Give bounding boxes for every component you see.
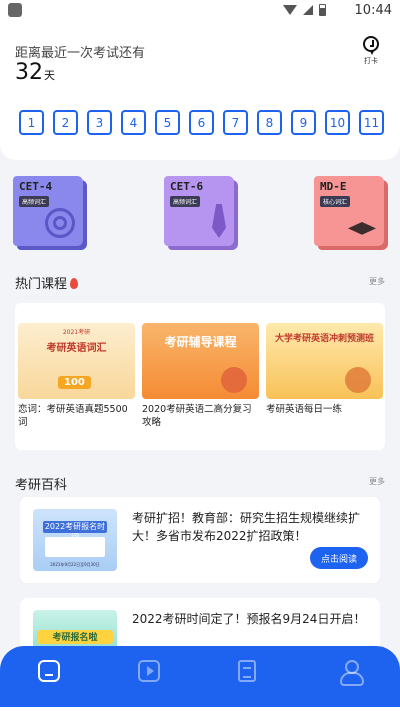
runner-illustration [221, 367, 247, 393]
hot-courses-title: 热门课程 [15, 277, 68, 292]
status-time: 10:44 [354, 3, 392, 18]
book-tag: 高频词汇 [170, 196, 201, 207]
home-icon[interactable] [38, 660, 60, 682]
video-icon[interactable] [138, 660, 160, 682]
course-thumbnail: 考研辅导课程 [142, 323, 259, 399]
hot-courses-more-link[interactable]: 更多 [369, 276, 385, 287]
article-thumbnail: 2022考研报名时间 2021年9月22日至9月30日 [33, 509, 117, 571]
course-title: 2020考研英语二高分复习攻略 [142, 404, 252, 428]
target-icon [45, 208, 75, 238]
status-bar: 10:44 [0, 0, 400, 22]
wifi-icon [283, 5, 297, 15]
course-thumbnail: 大学考研英语冲刺预测班 [266, 323, 383, 399]
checkin-button[interactable]: 打卡 [360, 36, 382, 66]
countdown-days-value: 32 [15, 60, 43, 85]
countdown-days-unit: 天 [44, 69, 55, 82]
day-button-1[interactable]: 1 [19, 110, 44, 135]
thumb-title: 考研报名啦 [37, 630, 113, 644]
course-item[interactable]: 大学考研英语冲刺预测班 考研英语每日一练 [266, 323, 383, 416]
fire-icon [70, 278, 79, 289]
course-item[interactable]: 考研辅导课程 2020考研英语二高分复习攻略 [142, 323, 259, 429]
course-item[interactable]: 2021考研 考研英语词汇 100 恋词：考研英语真题5500词 [18, 323, 135, 429]
countdown-days: 32天 [15, 60, 55, 85]
book-mde[interactable]: MD-E 核心词汇 [314, 176, 384, 246]
thumb-heading: 考研辅导课程 [164, 335, 237, 349]
day-button-10[interactable]: 10 [325, 110, 350, 135]
student-illustration [345, 367, 371, 393]
book-code: CET-4 [19, 180, 53, 193]
course-thumbnail: 2021考研 考研英语词汇 100 [18, 323, 135, 399]
day-button-11[interactable]: 11 [359, 110, 384, 135]
location-pin-icon [363, 36, 379, 55]
home-indicator [0, 707, 400, 711]
article-item[interactable]: 2022考研报名时间 2021年9月22日至9月30日 考研扩招！教育部：研究生… [20, 497, 380, 583]
book-tag: 高频词汇 [19, 196, 50, 207]
thumb-subtitle: 2021考研 [62, 329, 91, 336]
day-button-5[interactable]: 5 [155, 110, 180, 135]
book-code: CET-6 [170, 180, 204, 193]
thumb-badge: 100 [58, 376, 91, 389]
user-icon[interactable] [339, 660, 364, 686]
thumb-heading: 大学考研英语冲刺预测班 [274, 334, 374, 344]
hot-courses-list: 2021考研 考研英语词汇 100 恋词：考研英语真题5500词 考研辅导课程 … [15, 303, 385, 450]
day-button-3[interactable]: 3 [87, 110, 112, 135]
book-code: MD-E [320, 180, 347, 193]
bottom-tab-bar [0, 646, 400, 711]
graduation-cap-icon [348, 222, 376, 235]
hot-courses-header: 热门课程 [15, 273, 79, 292]
article-title: 考研扩招！教育部：研究生招生规模继续扩大！多省市发布2022扩招政策！ [132, 511, 361, 543]
checkin-label: 打卡 [364, 57, 378, 65]
countdown-label: 距离最近一次考试还有 [15, 46, 146, 61]
course-title: 考研英语每日一练 [266, 404, 343, 415]
necktie-icon [212, 204, 226, 238]
day-button-7[interactable]: 7 [223, 110, 248, 135]
thumb-date: 2021年9月22日至9月30日 [50, 562, 100, 567]
day-button-6[interactable]: 6 [189, 110, 214, 135]
signal-icon [303, 5, 313, 15]
read-button[interactable]: 点击阅读 [310, 547, 368, 569]
app-notification-icon [8, 3, 22, 17]
book-tag: 核心词汇 [320, 196, 351, 207]
course-title: 恋词：考研英语真题5500词 [18, 404, 128, 428]
day-button-4[interactable]: 4 [121, 110, 146, 135]
book-cet4[interactable]: CET-4 高频词汇 [13, 176, 83, 246]
day-button-8[interactable]: 8 [257, 110, 282, 135]
encyclopedia-title: 考研百科 [15, 478, 68, 493]
encyclopedia-more-link[interactable]: 更多 [369, 476, 385, 487]
document-icon[interactable] [238, 660, 256, 682]
vocabulary-books: CET-4 高频词汇 CET-6 高频词汇 MD-E 核心词汇 [0, 176, 400, 248]
thumb-heading: 考研英语词汇 [46, 343, 107, 354]
day-button-9[interactable]: 9 [291, 110, 316, 135]
article-title: 2022考研时间定了！预报名9月24日开启！ [132, 612, 366, 626]
day-selector: 1 2 3 4 5 6 7 8 9 10 11 [19, 110, 393, 135]
book-cet6[interactable]: CET-6 高频词汇 [164, 176, 234, 246]
calendar-graphic [45, 537, 105, 557]
battery-icon [319, 4, 326, 16]
thumb-title: 2022考研报名时间 [43, 521, 107, 542]
day-button-2[interactable]: 2 [53, 110, 78, 135]
countdown-card: 距离最近一次考试还有 32天 打卡 1 2 3 4 5 6 7 8 9 10 1… [0, 22, 400, 160]
